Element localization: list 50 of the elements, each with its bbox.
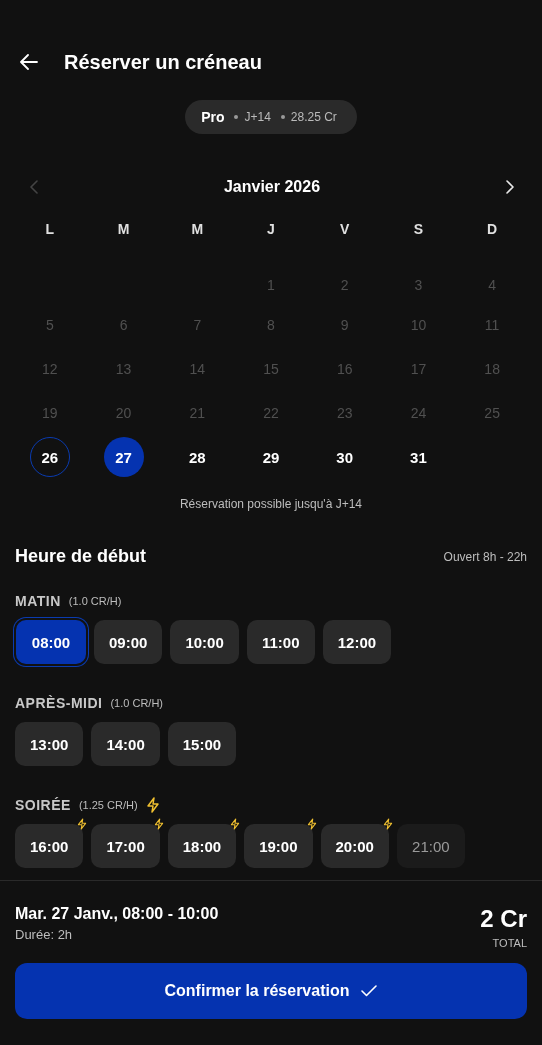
time-slot[interactable]: 16:00 bbox=[15, 824, 84, 868]
plan-detail: 28.25 Cr bbox=[290, 110, 337, 124]
period-name: MATIN bbox=[15, 593, 61, 609]
total-price: 2 Cr bbox=[480, 905, 527, 933]
chevron-right-icon bbox=[505, 180, 514, 194]
month-title: Janvier 2026 bbox=[223, 178, 321, 196]
booking-summary: Mar. 27 Janv., 08:00 - 10:00 bbox=[15, 905, 219, 923]
back-arrow-icon bbox=[20, 54, 38, 70]
weekday-label: M bbox=[191, 221, 204, 237]
plan-detail: J+14 bbox=[244, 110, 271, 124]
calendar-day[interactable]: 29 bbox=[251, 437, 291, 477]
time-slot[interactable]: 14:00 bbox=[91, 722, 160, 766]
weekday-label: V bbox=[340, 221, 350, 237]
weekday-label: L bbox=[45, 221, 55, 237]
bullet-icon bbox=[280, 115, 285, 119]
chevron-left-icon bbox=[30, 180, 39, 194]
bullet-icon bbox=[234, 115, 239, 119]
section-title: Heure de début bbox=[15, 546, 147, 567]
time-slot[interactable]: 17:00 bbox=[91, 824, 160, 868]
total-label: TOTAL bbox=[492, 937, 527, 949]
duration-text: Durée: 2h bbox=[15, 927, 74, 942]
time-slot[interactable]: 13:00 bbox=[15, 722, 84, 766]
plan-name: Pro bbox=[201, 109, 225, 125]
weekday-label: J bbox=[267, 221, 275, 237]
weekday-label: D bbox=[487, 221, 498, 237]
time-slot[interactable]: 08:00 bbox=[16, 620, 86, 664]
time-slot[interactable]: 18:00 bbox=[167, 824, 237, 868]
time-slot[interactable]: 11:00 bbox=[246, 620, 315, 664]
period-rate: (1.0 CR/H) bbox=[68, 595, 122, 607]
calendar-day[interactable]: 30 bbox=[324, 437, 365, 477]
calendar-day[interactable]: 27 bbox=[103, 437, 144, 477]
weekday-label: S bbox=[413, 221, 424, 237]
time-slot[interactable]: 10:00 bbox=[170, 620, 239, 664]
period-rate: (1.25 CR/H) bbox=[78, 799, 138, 811]
calendar-day[interactable]: 31 bbox=[398, 437, 439, 477]
weekday-label: M bbox=[117, 221, 130, 237]
opening-hours: Ouvert 8h - 22h bbox=[443, 549, 527, 564]
booking-hint: Réservation possible jusqu'à J+14 bbox=[178, 497, 364, 511]
confirm-button[interactable]: Confirmer la réservation bbox=[15, 963, 527, 1019]
time-slot[interactable]: 20:00 bbox=[320, 824, 389, 868]
time-slot[interactable]: 19:00 bbox=[244, 824, 313, 868]
page-title: Réserver un créneau bbox=[64, 50, 262, 74]
time-slot[interactable]: 09:00 bbox=[94, 620, 163, 664]
time-slot[interactable]: 15:00 bbox=[167, 722, 237, 766]
calendar-day[interactable]: 28 bbox=[177, 437, 218, 477]
period-name: APRÈS-MIDI bbox=[15, 695, 103, 711]
time-slot[interactable]: 12:00 bbox=[322, 620, 392, 664]
check-icon bbox=[361, 985, 378, 997]
period-name: SOIRÉE bbox=[15, 797, 71, 813]
period-rate: (1.0 CR/H) bbox=[110, 697, 163, 709]
